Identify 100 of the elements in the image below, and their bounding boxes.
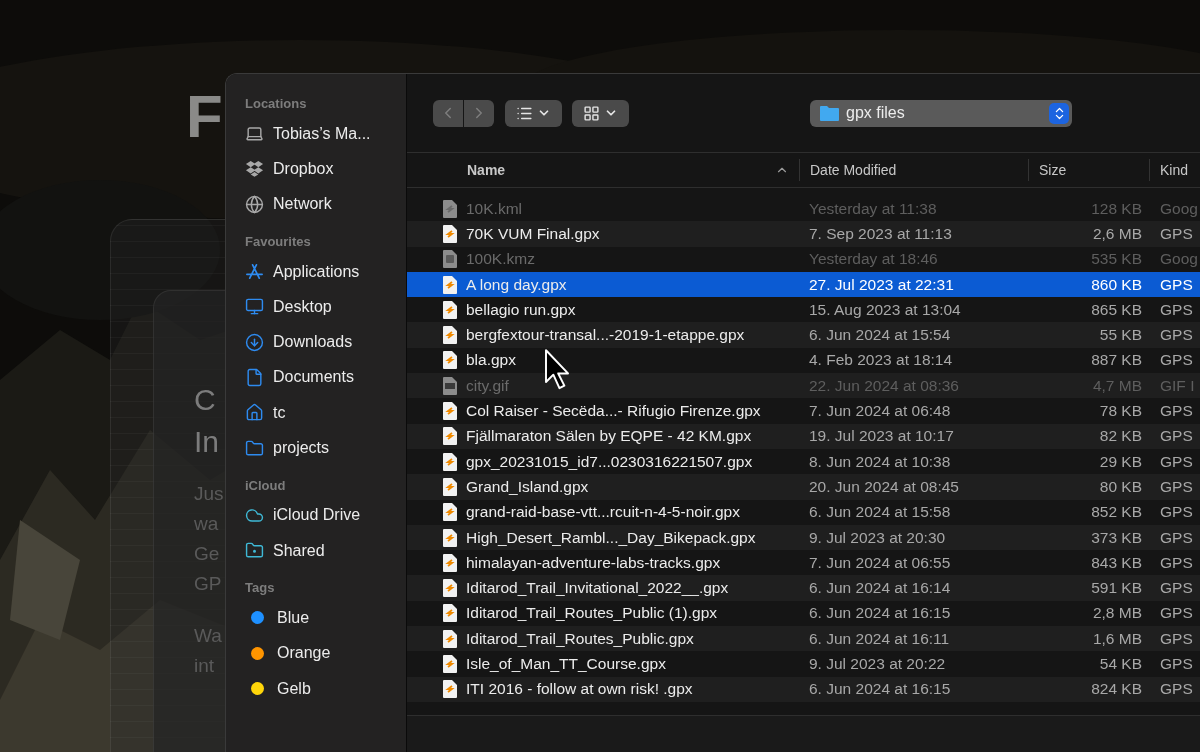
- file-row[interactable]: Iditarod_Trail_Invitational_2022__.gpx 6. Jun 2024 at 16:14 591 KB GPS: [407, 575, 1200, 601]
- file-icon: [443, 199, 457, 218]
- laptop-icon: [245, 124, 264, 144]
- kind-cell-text: GPS: [1159, 680, 1193, 699]
- date-cell-text: 9. Jul 2023 at 20:22: [808, 655, 947, 673]
- file-name: Iditarod_Trail_Routes_Public (1).gpx: [466, 604, 717, 623]
- column-header[interactable]: Size: [1028, 159, 1149, 181]
- date-cell-text: 6. Jun 2024 at 15:54: [808, 326, 952, 345]
- size-cell-text: 843 KB: [1090, 553, 1142, 572]
- file-row[interactable]: A long day.gpx 27. Jul 2023 at 22:31 860 KB GPS: [407, 271, 1200, 298]
- applications-icon: [245, 262, 264, 282]
- file-row[interactable]: Fjällmaraton Sälen by EQPE - 42 KM.gpx 19. Jul 2023 at 10:17 82 KB GPS: [407, 423, 1200, 449]
- sidebar-item[interactable]: Tobias’s Ma...: [245, 116, 406, 152]
- date-cell-text: 19. Jul 2023 at 10:17: [808, 427, 955, 446]
- sidebar-item[interactable]: Shared: [245, 532, 406, 569]
- folder-popup[interactable]: gpx files: [810, 99, 1072, 127]
- file-row[interactable]: bergfextour-transal...-2019-1-etappe.gpx 6. Jun 2024 at 15:54 55 KB GPS: [407, 322, 1200, 348]
- date-cell-text: 7. Sep 2023 at 11:13: [808, 224, 953, 243]
- folder-icon: [820, 105, 839, 121]
- file-name: bergfextour-transal...-2019-1-etappe.gpx: [466, 326, 745, 345]
- date-cell-text: 6. Jun 2024 at 16:15: [808, 604, 952, 623]
- sidebar-item[interactable]: Documents: [245, 359, 406, 396]
- size-cell-text: 4,7 MB: [1091, 376, 1142, 395]
- file-name: Isle_of_Man_TT_Course.gpx: [466, 655, 666, 673]
- sidebar-item[interactable]: Applications: [245, 253, 406, 290]
- sidebar-item[interactable]: Blue: [245, 600, 406, 636]
- kind-cell-text: GPS: [1159, 326, 1193, 345]
- file-name: Iditarod_Trail_Routes_Public.gpx: [466, 629, 694, 648]
- sidebar-item[interactable]: iCloud Drive: [245, 497, 406, 533]
- list-view-button[interactable]: [505, 99, 562, 127]
- kind-cell-text: GIF I: [1159, 376, 1195, 395]
- kind-cell-text: Goog: [1159, 250, 1198, 269]
- column-header[interactable]: Date Modified: [799, 159, 1028, 181]
- file-icon: [443, 477, 457, 496]
- sidebar-item[interactable]: projects: [245, 430, 406, 466]
- sidebar-item[interactable]: Orange: [245, 635, 406, 671]
- date-cell-text: 7. Jun 2024 at 06:55: [808, 553, 952, 572]
- home-icon: [245, 403, 264, 423]
- sidebar-section-title: Favourites: [245, 233, 312, 251]
- sidebar-item[interactable]: tc: [245, 395, 406, 431]
- sidebar-item[interactable]: Gelb: [245, 670, 406, 707]
- file-icon: [443, 528, 457, 547]
- file-name: bellagio run.gpx: [466, 300, 576, 319]
- sidebar-item[interactable]: Desktop: [245, 289, 406, 325]
- date-cell-text: 6. Jun 2024 at 16:11: [808, 629, 951, 648]
- folder-icon: [245, 438, 264, 458]
- page-heading: F: [186, 87, 222, 147]
- file-name: gpx_20231015_id7...0230316221507.gpx: [466, 452, 753, 471]
- date-cell-text: 4. Feb 2023 at 18:14: [808, 351, 954, 370]
- kind-cell-text: GPS: [1159, 427, 1193, 446]
- desktop-icon: [245, 297, 264, 317]
- kind-cell-text: GPS: [1159, 655, 1193, 673]
- file-row[interactable]: 70K VUM Final.gpx 7. Sep 2023 at 11:13 2,6 MB GPS: [407, 221, 1200, 247]
- size-cell-text: 1,6 MB: [1091, 629, 1142, 648]
- size-cell-text: 55 KB: [1098, 326, 1142, 345]
- file-icon: [443, 680, 457, 699]
- date-cell-text: 7. Jun 2024 at 06:48: [808, 402, 952, 420]
- size-cell-text: 860 KB: [1090, 275, 1142, 294]
- date-cell-text: 6. Jun 2024 at 16:15: [808, 680, 952, 699]
- file-row[interactable]: ITI 2016 - follow at own risk! .gpx 6. Jun 2024 at 16:15 824 KB GPS: [407, 676, 1200, 702]
- kind-cell-text: GPS: [1159, 629, 1193, 648]
- date-cell-text: Yesterday at 11:38: [808, 199, 938, 218]
- size-cell-text: 887 KB: [1090, 351, 1142, 370]
- file-icon: [443, 579, 457, 598]
- file-icon: [443, 300, 457, 319]
- size-cell-text: 535 KB: [1090, 250, 1142, 269]
- kind-cell-text: GPS: [1159, 503, 1193, 522]
- kind-cell-text: Goog: [1159, 199, 1198, 218]
- file-icon: [443, 604, 457, 623]
- document-icon: [245, 367, 264, 387]
- file-row[interactable]: Grand_Island.gpx 20. Jun 2024 at 08:45 80 KB GPS: [407, 474, 1200, 500]
- sidebar-section-title: Locations: [245, 96, 308, 113]
- grid-view-button[interactable]: [572, 99, 629, 127]
- file-row[interactable]: High_Desert_Rambl..._Day_Bikepack.gpx 9. Jul 2023 at 20:30 373 KB GPS: [407, 524, 1200, 551]
- size-cell-text: 865 KB: [1090, 300, 1142, 319]
- kind-cell-text: GPS: [1159, 224, 1193, 243]
- size-cell-text: 591 KB: [1090, 579, 1142, 598]
- kind-cell-text: GPS: [1159, 528, 1193, 547]
- size-cell-text: 2,8 MB: [1091, 604, 1142, 623]
- size-cell-text: 852 KB: [1090, 503, 1142, 522]
- column-header[interactable]: Name: [407, 159, 799, 181]
- size-cell-text: 78 KB: [1098, 402, 1142, 420]
- file-row[interactable]: Iditarod_Trail_Routes_Public.gpx 6. Jun 2024 at 16:11 1,6 MB GPS: [407, 626, 1200, 652]
- file-icon: [443, 503, 457, 522]
- file-icon: [443, 250, 457, 269]
- file-name: 100K.kmz: [466, 250, 535, 269]
- sidebar-item[interactable]: Dropbox: [245, 151, 406, 187]
- date-cell-text: 6. Jun 2024 at 15:58: [808, 503, 952, 522]
- column-header[interactable]: Kind: [1149, 159, 1200, 181]
- file-icon: [443, 326, 457, 345]
- shared-folder-icon: [245, 541, 264, 561]
- size-cell-text: 824 KB: [1090, 680, 1142, 699]
- sidebar-item[interactable]: Downloads: [245, 324, 406, 360]
- dropbox-icon: [245, 159, 264, 179]
- globe-icon: [245, 194, 264, 214]
- date-cell-text: Yesterday at 18:46: [808, 250, 939, 269]
- file-name: Grand_Island.gpx: [466, 477, 589, 496]
- file-icon: [443, 655, 457, 673]
- sidebar-item[interactable]: Network: [245, 186, 406, 222]
- file-name: bla.gpx: [466, 351, 516, 370]
